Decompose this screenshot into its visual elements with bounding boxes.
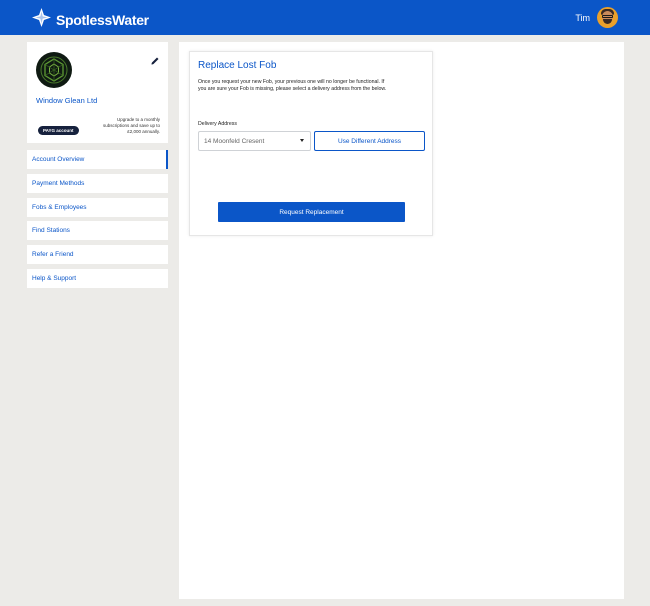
sidebar-item-fobs-employees[interactable]: Fobs & Employees xyxy=(27,197,168,217)
sidebar-item-payment-methods[interactable]: Payment Methods xyxy=(27,173,168,193)
avatar[interactable] xyxy=(597,7,618,28)
org-name: Window Glean Ltd xyxy=(36,96,98,105)
delivery-address-select[interactable]: 14 Moonfeld Cresent xyxy=(198,131,311,151)
user-name: Tim xyxy=(575,12,590,23)
user-menu[interactable]: Tim xyxy=(575,7,618,28)
sidebar-item-refer-a-friend[interactable]: Refer a Friend xyxy=(27,245,168,265)
account-type-badge: PAYG account xyxy=(38,126,79,135)
card-description: Once you request your new Fob, your prev… xyxy=(198,79,387,93)
sparkle-star-icon xyxy=(32,8,51,32)
selected-address: 14 Moonfeld Cresent xyxy=(204,137,265,145)
delivery-address-label: Delivery Address xyxy=(198,121,237,127)
brand-logo[interactable]: SpotlessWater xyxy=(32,8,149,32)
replace-fob-card: Replace Lost Fob Once you request your n… xyxy=(189,51,433,236)
top-bar: SpotlessWater Tim xyxy=(0,0,650,35)
pencil-icon[interactable] xyxy=(150,53,160,65)
org-logo xyxy=(36,52,72,88)
request-replacement-button[interactable]: Request Replacement xyxy=(218,202,405,222)
brand-name: SpotlessWater xyxy=(56,12,149,28)
profile-card: Window Glean Ltd Upgrade to a monthly su… xyxy=(27,42,168,143)
sidebar-item-help-support[interactable]: Help & Support xyxy=(27,268,168,288)
use-different-address-button[interactable]: Use Different Address xyxy=(314,131,425,151)
sidebar-item-account-overview[interactable]: Account Overview xyxy=(27,150,168,169)
caret-down-icon xyxy=(300,139,304,142)
card-title: Replace Lost Fob xyxy=(198,60,277,71)
sidebar-nav: Account Overview Payment Methods Fobs & … xyxy=(27,150,168,293)
upgrade-message: Upgrade to a monthly subscriptions and s… xyxy=(102,117,160,135)
sidebar-item-find-stations[interactable]: Find Stations xyxy=(27,221,168,241)
